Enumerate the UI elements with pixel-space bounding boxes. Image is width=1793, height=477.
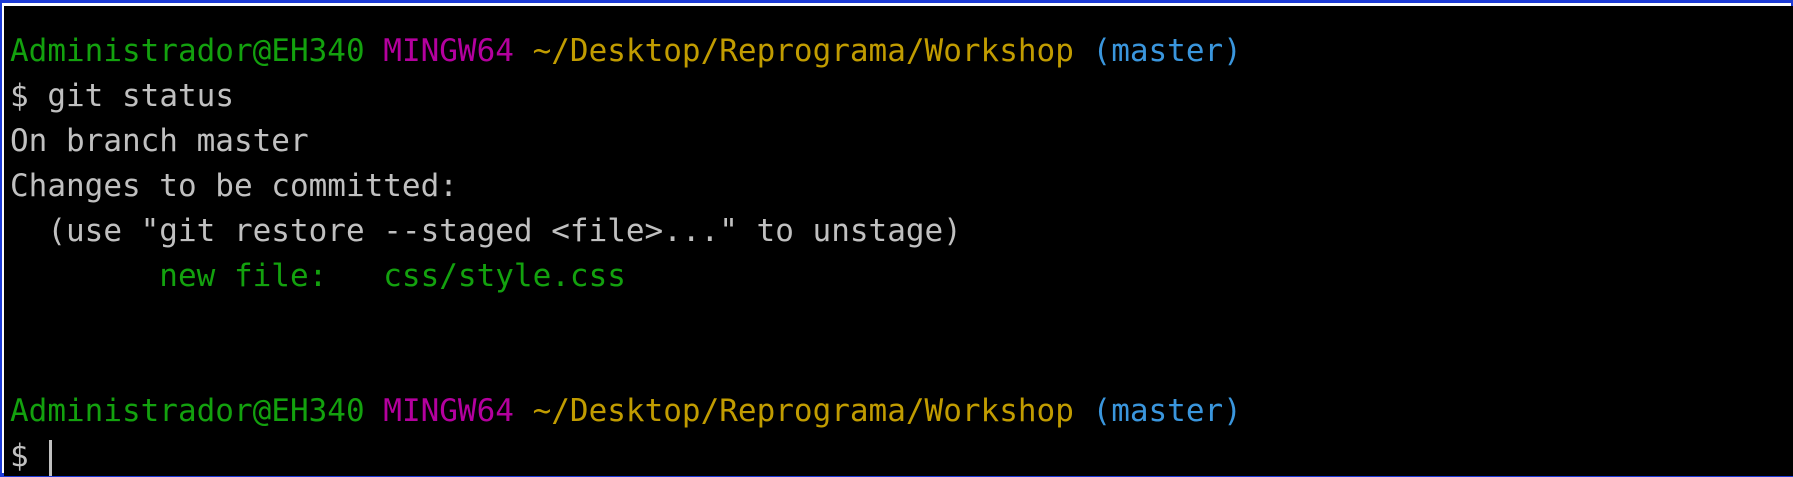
- prompt-symbol: $: [10, 78, 29, 114]
- output-staged-file: new file: css/style.css: [10, 258, 626, 294]
- output-branch-line: On branch master: [10, 123, 309, 159]
- input-line[interactable]: $: [10, 434, 53, 476]
- prompt-line-2: Administrador@EH340 MINGW64 ~/Desktop/Re…: [10, 389, 1242, 434]
- system-name: MINGW64: [383, 33, 514, 69]
- prompt-line-1: Administrador@EH340 MINGW64 ~/Desktop/Re…: [10, 29, 1242, 74]
- branch-name: (master): [1092, 33, 1242, 69]
- current-path: ~/Desktop/Reprograma/Workshop: [532, 33, 1074, 69]
- branch-name: (master): [1092, 393, 1242, 429]
- command-line: $ git status: [10, 74, 234, 119]
- text-cursor: [49, 439, 53, 476]
- output-hint: (use "git restore --staged <file>..." to…: [10, 213, 962, 249]
- prompt-symbol: $: [10, 438, 29, 474]
- output-changes-header: Changes to be committed:: [10, 168, 458, 204]
- user-host: Administrador@EH340: [10, 33, 365, 69]
- terminal-output[interactable]: Administrador@EH340 MINGW64 ~/Desktop/Re…: [4, 6, 1793, 476]
- current-path: ~/Desktop/Reprograma/Workshop: [532, 393, 1074, 429]
- user-host: Administrador@EH340: [10, 393, 365, 429]
- command-text: git status: [47, 78, 234, 114]
- system-name: MINGW64: [383, 393, 514, 429]
- terminal-window: Administrador@EH340 MINGW64 ~/Desktop/Re…: [0, 0, 1793, 477]
